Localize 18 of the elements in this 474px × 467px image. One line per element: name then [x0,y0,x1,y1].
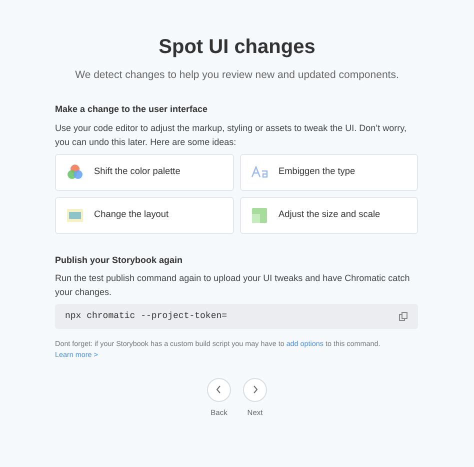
back-button[interactable] [207,378,231,402]
idea-label: Change the layout [94,208,169,222]
palette-icon [67,164,83,180]
idea-label: Adjust the size and scale [278,208,380,222]
page-subtitle: We detect changes to help you review new and updated components. [75,68,399,83]
next-button[interactable] [243,378,267,402]
command-text: npx chromatic --project-token= [65,310,228,322]
copy-icon[interactable] [399,312,408,321]
type-icon [250,166,268,178]
idea-label: Shift the color palette [94,165,180,178]
page-title: Spot UI changes [158,35,316,59]
section-heading: Make a change to the user interface [55,102,209,115]
scale-icon [252,208,267,223]
section-text: Use your code editor to adjust the markup, styling or assets to tweak the UI. Don’t worry, you can undo this later. Here are some ideas: [55,122,408,149]
idea-label: Embiggen the type [278,165,356,178]
layout-icon [67,208,83,222]
section-text: Run the test publish command again to upload your UI tweaks and have Chromatic catch your changes. [55,272,411,299]
section-heading: Publish your Storybook again [55,254,184,266]
